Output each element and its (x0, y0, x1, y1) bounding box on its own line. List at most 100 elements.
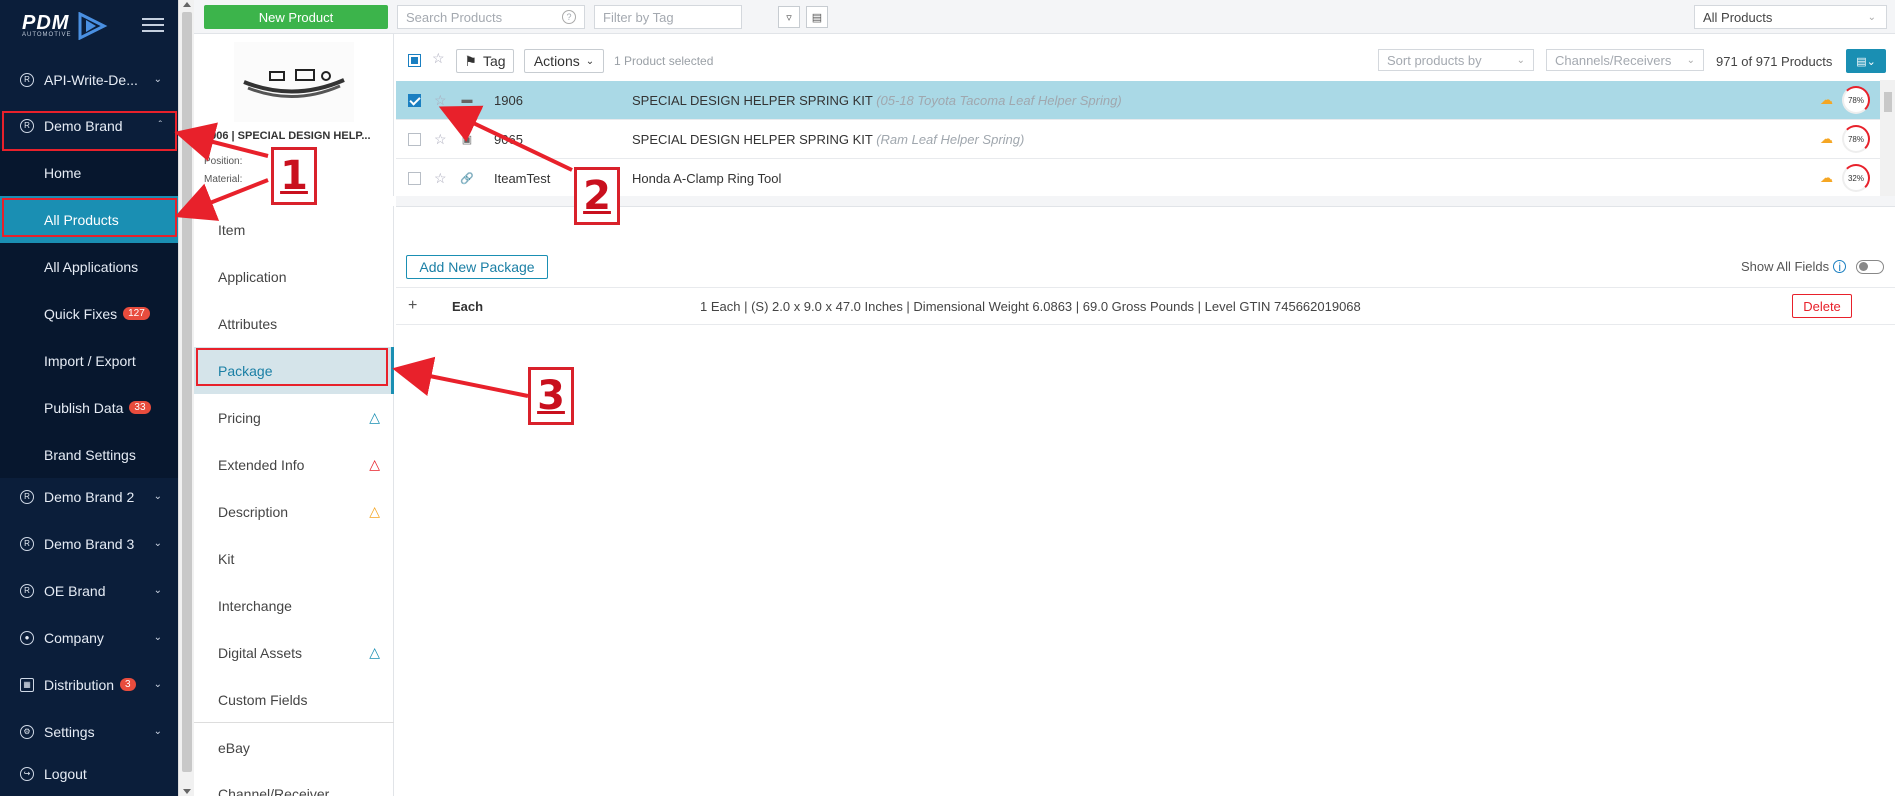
sidebar-sub-publish-data[interactable]: Publish Data 33 (0, 384, 178, 431)
product-list-toolbar: ☆ ⚑ Tag Actions ⌄ 1 Product selected Sort … (396, 44, 1895, 76)
new-product-button[interactable]: New Product (204, 5, 388, 29)
view-toggle-button[interactable]: ▤⌄ (1846, 49, 1886, 73)
chevron-down-icon: ⌄ (585, 55, 595, 67)
sidebar-sub-all-applications[interactable]: All Applications (0, 243, 178, 290)
sidebar-item-label: Company (44, 629, 104, 646)
select-all-checkbox[interactable] (408, 54, 421, 67)
tab-label: Interchange (218, 597, 292, 614)
tab-attributes[interactable]: Attributes (194, 300, 394, 347)
package-detail: 1 Each | (S) 2.0 x 9.0 x 47.0 Inches | D… (700, 298, 1361, 314)
delete-button[interactable]: Delete (1792, 294, 1852, 318)
selection-status: 1 Product selected (614, 54, 714, 68)
product-description: SPECIAL DESIGN HELPER SPRING KIT (Ram Le… (632, 132, 1024, 147)
scroll-down-icon[interactable] (183, 789, 191, 794)
product-row[interactable]: ☆ ▣ 9065 SPECIAL DESIGN HELPER SPRING KI… (396, 120, 1882, 159)
cloud-icon: ☁ (1820, 170, 1833, 185)
row-checkbox[interactable] (408, 94, 421, 107)
show-all-toggle[interactable] (1856, 259, 1885, 274)
scroll-thumb[interactable] (1884, 92, 1892, 112)
list-scrollbar[interactable] (1880, 80, 1895, 196)
cloud-icon: ☁ (1820, 92, 1833, 107)
product-thumb-icon: ▣ (461, 133, 473, 146)
cloud-icon: ☁ (1820, 131, 1833, 146)
actions-dropdown[interactable]: Actions ⌄ (524, 49, 604, 73)
tab-extended-info[interactable]: Extended Info △ (194, 441, 394, 488)
star-icon[interactable]: ☆ (434, 92, 447, 109)
product-row[interactable]: ☆ ▬ 1906 SPECIAL DESIGN HELPER SPRING KI… (396, 81, 1882, 120)
search-products-input[interactable]: Search Products ? (397, 5, 585, 29)
desc-text: SPECIAL DESIGN HELPER SPRING KIT (632, 92, 873, 108)
annotation-callout-2: 2 (574, 167, 620, 225)
sidebar-sub-brand-settings[interactable]: Brand Settings (0, 431, 178, 478)
sidebar-item-label: Settings (44, 723, 95, 740)
tab-label: Custom Fields (218, 691, 308, 708)
sidebar-item-settings[interactable]: ⚙ Settings ⌄ (0, 708, 178, 755)
channels-receivers-select[interactable]: Channels/Receivers ⌄ (1546, 49, 1704, 71)
gear-icon: ⚙ (20, 724, 34, 739)
star-icon[interactable]: ☆ (434, 170, 447, 187)
package-row[interactable]: + Each 1 Each | (S) 2.0 x 9.0 x 47.0 Inc… (396, 287, 1895, 325)
add-new-package-button[interactable]: Add New Package (406, 255, 548, 279)
tag-placeholder: Filter by Tag (603, 9, 674, 25)
expand-icon[interactable]: + (408, 297, 417, 315)
sidebar-item-demo-brand-3[interactable]: R Demo Brand 3 ⌄ (0, 520, 178, 567)
sidebar-sub-home[interactable]: Home (0, 149, 178, 196)
product-title: 1906 | SPECIAL DESIGN HELP... (204, 130, 371, 142)
channels-placeholder: Channels/Receivers (1555, 52, 1672, 68)
scope-value: All Products (1703, 9, 1773, 25)
divider (194, 722, 394, 723)
product-number[interactable]: IteamTest (494, 171, 550, 186)
sidebar-scrollbar[interactable] (178, 0, 194, 796)
tag-button[interactable]: ⚑ Tag (456, 49, 514, 73)
info-icon[interactable]: i (1833, 260, 1847, 274)
tab-description[interactable]: Description △ (194, 488, 394, 535)
top-toolbar: New Product Search Products ? Filter by … (194, 0, 1895, 34)
sidebar-sub-import-export[interactable]: Import / Export (0, 337, 178, 384)
tab-application[interactable]: Application (194, 253, 394, 300)
star-icon[interactable]: ☆ (432, 50, 445, 67)
sidebar-item-company[interactable]: ● Company ⌄ (0, 614, 178, 661)
tab-digital-assets[interactable]: Digital Assets △ (194, 629, 394, 676)
sidebar-item-logout[interactable]: ↪ Logout (0, 750, 178, 796)
menu-collapse-icon[interactable] (142, 18, 164, 36)
row-checkbox[interactable] (408, 133, 421, 146)
tab-kit[interactable]: Kit (194, 535, 394, 582)
tab-ebay[interactable]: eBay (194, 724, 394, 771)
filter-tag-input[interactable]: Filter by Tag (594, 5, 742, 29)
tab-interchange[interactable]: Interchange (194, 582, 394, 629)
star-icon[interactable]: ☆ (434, 131, 447, 148)
sidebar-item-api-write[interactable]: R API-Write-De... ⌄ (0, 56, 178, 103)
save-filter-icon[interactable]: ▤ (806, 6, 828, 28)
search-placeholder: Search Products (406, 9, 503, 25)
sidebar-item-demo-brand-2[interactable]: R Demo Brand 2 ⌄ (0, 473, 178, 520)
product-number[interactable]: 9065 (494, 132, 523, 147)
help-icon[interactable]: ? (562, 10, 576, 24)
row-checkbox[interactable] (408, 172, 421, 185)
product-scope-select[interactable]: All Products ⌄ (1694, 5, 1887, 29)
count-badge: 33 (129, 401, 151, 414)
tab-custom-fields[interactable]: Custom Fields (194, 676, 394, 723)
filter-icon[interactable]: ▿ (778, 6, 800, 28)
sidebar-item-oe-brand[interactable]: R OE Brand ⌄ (0, 567, 178, 614)
chevron-down-icon: ⌄ (153, 632, 162, 643)
actions-label: Actions (533, 53, 580, 69)
scroll-up-icon[interactable] (183, 2, 191, 7)
scroll-thumb[interactable] (182, 12, 192, 772)
sidebar-sub-label: Publish Data (44, 399, 124, 416)
chevron-down-icon: ⌄ (1686, 54, 1695, 66)
sidebar-sub-quick-fixes[interactable]: Quick Fixes 127 (0, 290, 178, 337)
brand-logo[interactable]: PDM AUTOMOTIVE (22, 10, 108, 42)
tab-pricing[interactable]: Pricing △ (194, 394, 394, 441)
product-number[interactable]: 1906 (494, 93, 523, 108)
package-name: Each (452, 298, 484, 314)
chevron-down-icon: ⌄ (1867, 11, 1876, 23)
sidebar-item-distribution[interactable]: ▦ Distribution 3 ⌄ (0, 661, 178, 708)
package-panel: Add New Package Show All Fields i + Each… (396, 206, 1895, 796)
warning-icon: △ (369, 409, 380, 425)
tab-channel-receiver[interactable]: Channel/Receiver (194, 770, 394, 796)
sort-products-select[interactable]: Sort products by ⌄ (1378, 49, 1534, 71)
splitter[interactable] (396, 196, 1895, 206)
tab-item[interactable]: Item (194, 206, 394, 253)
annotation-callout-3: 3 (528, 367, 574, 425)
chevron-down-icon: ⌄ (153, 491, 162, 502)
